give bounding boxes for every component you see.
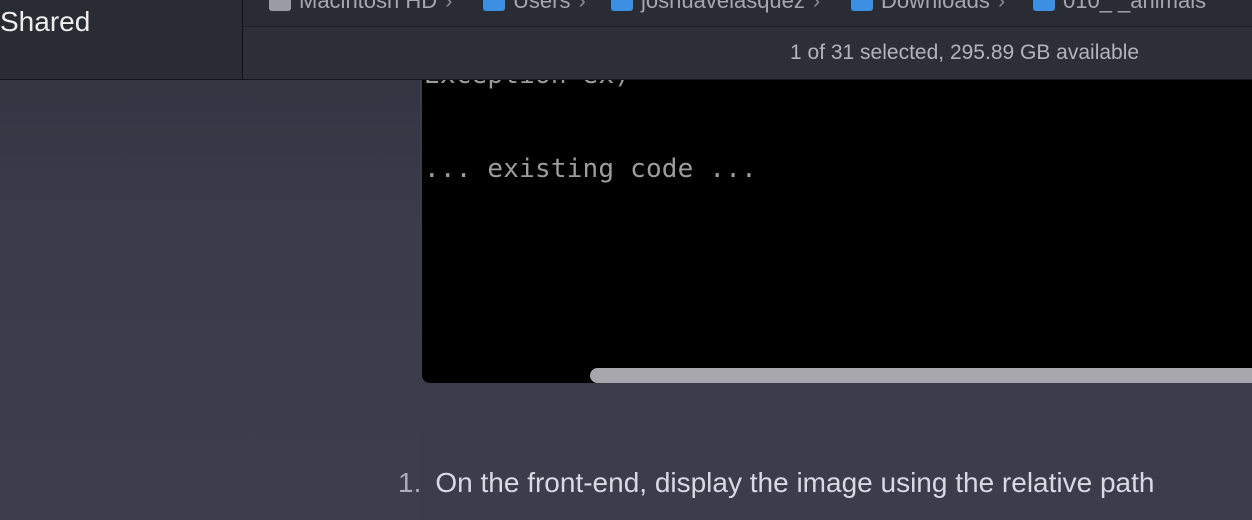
- path-item-home[interactable]: joshuavelasquez ›: [611, 0, 820, 14]
- code-block: Exception ex) ... existing code ...: [422, 40, 1252, 383]
- home-folder-icon: [611, 0, 633, 12]
- chevron-right-icon: ›: [812, 0, 821, 13]
- path-bar: Macintosh HD › Users › joshuavelasquez › Do…: [243, 0, 1252, 27]
- finder-sidebar: Shared: [0, 0, 243, 80]
- list-number: 1.: [398, 467, 422, 498]
- finder-window: Macintosh HD › Users › joshuavelasquez › Do…: [243, 0, 1252, 80]
- path-item-macintosh-hd[interactable]: Macintosh HD ›: [269, 0, 452, 14]
- list-item: 1. On the front-end, display the image us…: [398, 467, 1154, 499]
- path-item-downloads[interactable]: Downloads ›: [851, 0, 1005, 14]
- code-line: ... existing code ...: [424, 154, 757, 184]
- chevron-right-icon: ›: [997, 0, 1006, 13]
- chevron-right-icon: ›: [578, 0, 586, 13]
- sidebar-item-shared[interactable]: Shared: [0, 6, 90, 38]
- horizontal-scrollbar[interactable]: [590, 368, 1252, 383]
- list-item-text: On the front-end, display the image usin…: [435, 467, 1155, 498]
- chevron-right-icon: ›: [445, 0, 453, 13]
- downloads-folder-icon: [851, 0, 873, 12]
- folder-icon: [1033, 0, 1055, 12]
- path-item-animals[interactable]: 010_ _animals: [1033, 0, 1206, 14]
- hard-drive-icon: [269, 0, 291, 12]
- path-item-users[interactable]: Users ›: [483, 0, 586, 14]
- folder-icon: [483, 0, 505, 12]
- status-bar-text: 1 of 31 selected, 295.89 GB available: [790, 41, 1140, 64]
